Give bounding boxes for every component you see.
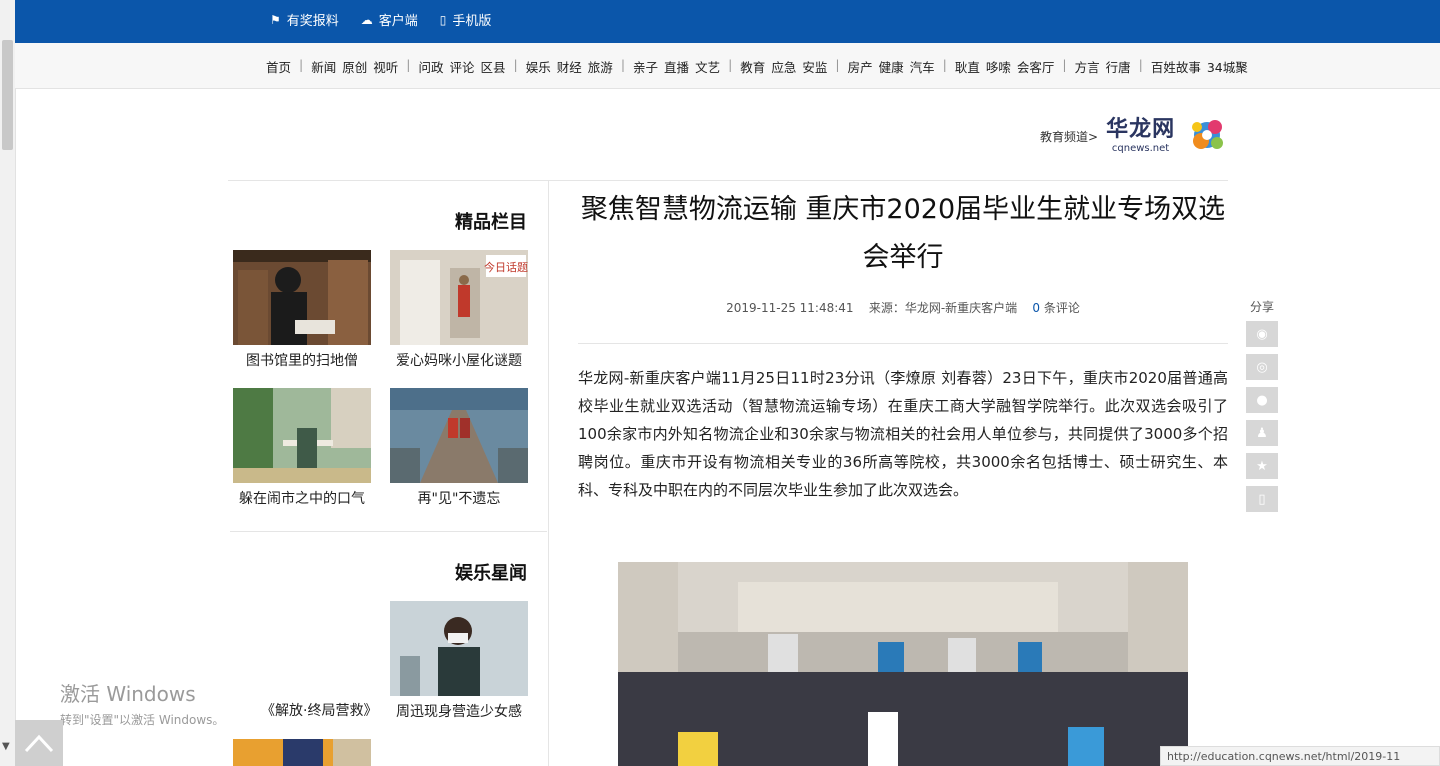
nav-item[interactable]: 应急 — [768, 57, 799, 76]
thumbnail-image — [233, 388, 371, 483]
meta-divider — [578, 343, 1228, 344]
cloud-icon: ☁ — [360, 12, 373, 27]
section-title-featured: 精品栏目 — [455, 212, 527, 233]
nav-item[interactable]: 文艺 — [692, 57, 723, 76]
comment-count[interactable]: 0 — [1032, 301, 1040, 315]
nav-item[interactable]: 娱乐 — [523, 57, 554, 76]
entertainment-card[interactable]: 周迅现身营造少女感 — [390, 601, 528, 721]
windows-activation-watermark: 激活 Windows 转到"设置"以激活 Windows。 — [60, 682, 225, 727]
qq-icon[interactable]: ♟ — [1246, 420, 1278, 446]
nav-item[interactable]: 新闻 — [308, 57, 339, 76]
nav-separator: | — [1138, 57, 1143, 72]
dragon-logo-icon — [1192, 120, 1224, 149]
main-nav: 首页 | 新闻 原创 视听 | 问政 评论 区县 | 娱乐 财经 旅游 | 亲子 直播 文艺 | 教育 应急 安监 | 房产… — [15, 43, 1440, 89]
nav-item[interactable]: 亲子 — [630, 57, 661, 76]
thumbnail-image — [233, 250, 371, 345]
entertainment-link[interactable]: 《解放·终局营救》 — [261, 700, 377, 720]
thumbnail-image — [390, 388, 528, 483]
nav-separator: | — [406, 57, 411, 72]
nav-item[interactable]: 百姓故事 — [1148, 57, 1204, 76]
wechat-icon[interactable]: ● — [1246, 387, 1278, 413]
site-logo[interactable]: 教育频道> 华龙网 cqnews.net — [1040, 113, 1229, 159]
nav-separator: | — [942, 57, 947, 72]
phone-icon[interactable]: ▯ — [1246, 486, 1278, 512]
nav-item[interactable]: 财经 — [554, 57, 585, 76]
article-date: 2019-11-25 11:48:41 — [726, 301, 854, 315]
nav-separator: | — [728, 57, 733, 72]
thumbnail-image — [390, 601, 528, 696]
logo-domain: cqnews.net — [1111, 142, 1170, 154]
nav-item[interactable]: 会客厅 — [1014, 57, 1058, 76]
nav-item[interactable]: 34城聚 — [1204, 57, 1251, 76]
top-link-client[interactable]: ☁ 客户端 — [360, 10, 418, 30]
nav-item[interactable]: 原创 — [339, 57, 370, 76]
sidebar-divider — [230, 531, 547, 532]
scroll-down-arrow-icon[interactable]: ▼ — [2, 741, 10, 752]
nav-item[interactable]: 教育 — [737, 57, 768, 76]
favorite-star-icon[interactable]: ★ — [1246, 453, 1278, 479]
header-divider — [228, 180, 1228, 181]
entertainment-card[interactable] — [233, 739, 371, 766]
top-link-report[interactable]: ⚑ 有奖报料 — [270, 10, 339, 30]
share-label: 分享 — [1249, 300, 1274, 314]
nav-item[interactable]: 首页 — [263, 57, 294, 76]
nav-separator: | — [513, 57, 518, 72]
nav-item[interactable]: 安监 — [799, 57, 830, 76]
nav-item[interactable]: 哆嗦 — [983, 57, 1014, 76]
nav-item[interactable]: 直播 — [661, 57, 692, 76]
flag-icon: ⚑ — [270, 12, 281, 27]
mobile-icon: ▯ — [439, 12, 447, 27]
back-to-top-button[interactable] — [15, 720, 63, 766]
comment-label[interactable]: 条评论 — [1044, 301, 1080, 315]
nav-item[interactable]: 区县 — [478, 57, 509, 76]
logo-chinese-name: 华龙网 — [1106, 116, 1176, 142]
article-paragraph: 华龙网-新重庆客户端11月25日11时23分讯（李燎原 刘春蓉）23日下午，重庆… — [578, 369, 1228, 499]
nav-item[interactable]: 评论 — [447, 57, 478, 76]
page-scrollbar[interactable]: ▼ — [0, 0, 16, 766]
featured-card[interactable]: 图书馆里的扫地僧 — [233, 250, 371, 370]
article-photo — [618, 562, 1188, 766]
channel-label[interactable]: 教育频道> — [1040, 128, 1098, 145]
chevron-up-icon — [24, 734, 54, 753]
nav-item[interactable]: 行唐 — [1103, 57, 1134, 76]
nav-item[interactable]: 汽车 — [907, 57, 938, 76]
nav-item[interactable]: 视听 — [370, 57, 401, 76]
browser-status-url: http://education.cqnews.net/html/2019-11 — [1160, 746, 1440, 766]
article-headline: 聚焦智慧物流运输 重庆市2020届毕业生就业专场双选会举行 — [580, 194, 1226, 273]
nav-item[interactable]: 耿直 — [952, 57, 983, 76]
featured-card[interactable]: 躲在闹市之中的口气 — [233, 388, 371, 508]
featured-card[interactable]: 再"见"不遗忘 — [390, 388, 528, 508]
top-bar: ⚑ 有奖报料 ☁ 客户端 ▯ 手机版 — [15, 0, 1440, 43]
nav-separator: | — [620, 57, 626, 72]
nav-separator: | — [835, 57, 840, 72]
nav-separator: | — [299, 57, 304, 72]
nav-item[interactable]: 方言 — [1072, 57, 1103, 76]
thumbnail-image: 今日话题 — [390, 250, 528, 345]
tencent-weibo-icon[interactable]: ◎ — [1246, 354, 1278, 380]
svg-text:今日话题: 今日话题 — [484, 260, 528, 274]
share-bar: 分享 ◉ ◎ ● ♟ ★ ▯ — [1244, 298, 1280, 519]
section-title-entertainment: 娱乐星闻 — [455, 563, 527, 584]
nav-item[interactable]: 房产 — [845, 57, 876, 76]
nav-item[interactable]: 问政 — [416, 57, 447, 76]
weibo-icon[interactable]: ◉ — [1246, 321, 1278, 347]
top-link-mobile[interactable]: ▯ 手机版 — [439, 10, 492, 30]
article-source: 来源：华龙网-新重庆客户端 — [868, 301, 1018, 315]
thumbnail-image — [233, 739, 371, 766]
nav-item[interactable]: 健康 — [876, 57, 907, 76]
article-meta: 2019-11-25 11:48:41 来源：华龙网-新重庆客户端 0 条评论 — [578, 299, 1228, 316]
nav-item[interactable]: 旅游 — [585, 57, 616, 76]
featured-card[interactable]: 今日话题 爱心妈咪小屋化谜题 — [390, 250, 528, 370]
nav-separator: | — [1062, 57, 1067, 72]
column-divider — [548, 180, 549, 766]
scrollbar-thumb[interactable] — [2, 40, 13, 150]
